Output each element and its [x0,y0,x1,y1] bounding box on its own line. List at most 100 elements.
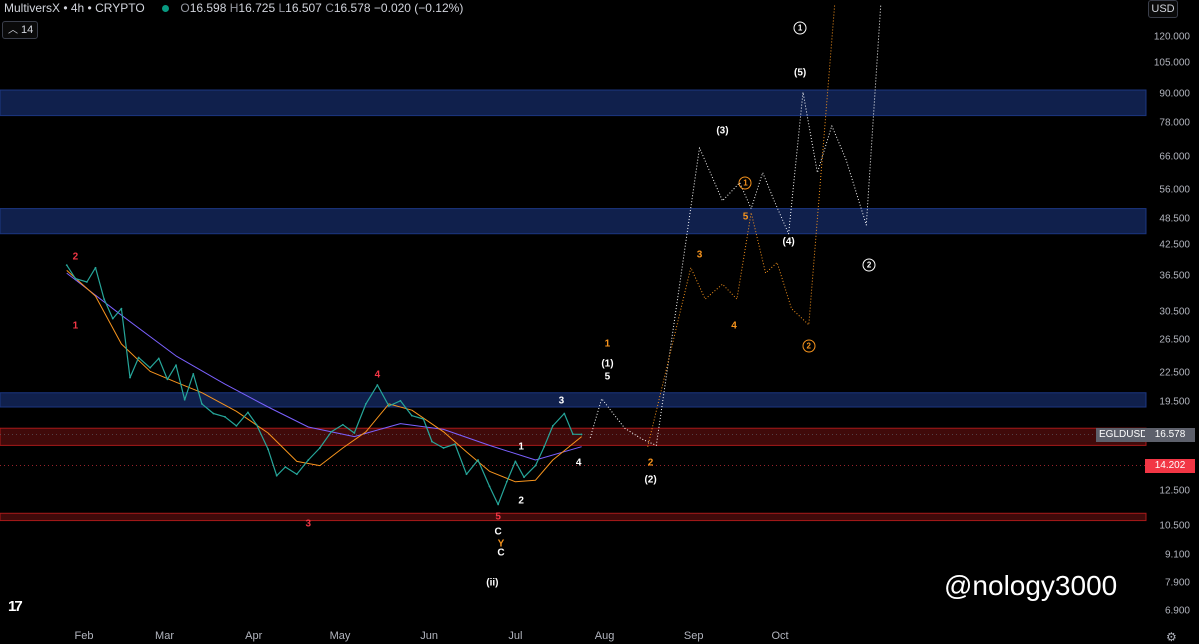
price-point-12 [175,364,177,367]
wave-label: 1 [793,21,807,35]
open-label: O [180,1,190,15]
y-tick-label: 56.000 [1159,184,1190,196]
y-tick-label: 42.500 [1159,239,1190,251]
price-axis[interactable]: 120.000 105.000 90.000 78.000 66.000 56.000 48… [1146,0,1199,644]
zone-red-4 [0,512,1147,522]
y-tick-label: 26.500 [1159,334,1190,346]
wave-label: 4 [731,320,737,332]
price-point-6 [120,307,123,310]
wave-label: (3) [716,125,729,137]
y-tick-label: 19.500 [1159,396,1190,408]
tradingview-logo-icon[interactable]: 17 [8,598,23,615]
wave-label: 2 [72,251,79,263]
x-tick-label: Feb [74,630,94,642]
zone-blue-0 [0,89,1147,117]
wave-label: 1 [604,338,611,350]
wave-label: 2 [518,495,524,507]
indicators-toggle-button[interactable]: ︿ 14 [2,21,38,39]
chart-root: MultiversX • 4h • CRYPTO O16.598 H16.725… [0,0,1199,644]
y-tick-label: 78.000 [1159,117,1190,129]
open-value: 16.598 [189,1,227,15]
price-point-36 [431,440,433,443]
chart-canvas[interactable] [0,0,1199,644]
price-point-19 [247,411,249,414]
y-tick-label: 9.100 [1164,549,1190,561]
price-point-3 [94,266,97,269]
symbol-title[interactable]: MultiversX • 4h • CRYPTO [4,1,145,15]
wave-label: 2 [862,258,876,272]
price-point-16 [212,412,215,415]
price-point-33 [399,399,402,402]
wave-label: C [497,547,505,559]
wave-label: 3 [305,518,312,530]
wave-label: (4) [782,236,795,248]
price-point-31 [376,384,379,386]
watermark: @nology3000 [944,570,1118,601]
y-tick-label: 66.000 [1159,151,1190,163]
x-tick-label: Oct [771,630,789,642]
price-point-51 [580,433,583,436]
market-status-icon [162,5,170,13]
x-tick-label: Mar [155,630,174,642]
wave-label: 3 [558,395,565,407]
price-point-46 [534,464,537,467]
price-point-32 [387,405,390,407]
price-point-0 [65,264,68,266]
price-point-26 [318,447,321,449]
close-value: 16.578 [333,1,371,15]
price-point-29 [353,432,356,434]
wave-label: 4 [374,369,381,381]
price-point-2 [85,281,88,283]
x-tick-label: Jul [508,630,523,642]
price-point-40 [477,459,479,461]
chart-header: MultiversX • 4h • CRYPTO O16.598 H16.725… [4,0,463,16]
price-point-45 [523,476,525,479]
price-point-43 [505,480,508,483]
price-point-42 [497,503,500,506]
wave-label: 1 [72,320,79,332]
wave-label: 2 [647,457,654,469]
high-value: 16.725 [238,1,276,15]
price-point-4 [103,298,106,301]
close-label: C [325,1,334,15]
y-tick-label: 6.900 [1164,605,1190,617]
price-point-48 [551,424,554,427]
x-tick-label: Jun [420,630,438,642]
price-point-28 [341,423,344,426]
price-point-18 [235,424,238,427]
y-tick-label: 120.000 [1153,31,1190,43]
price-point-21 [267,448,269,451]
price-point-22 [275,474,278,477]
wave-label: (1) [601,358,614,370]
price-point-14 [192,373,195,375]
price-point-35 [422,418,425,420]
settings-gear-icon[interactable]: ⚙ [1166,630,1177,644]
zone-blue-2 [0,392,1147,408]
price-point-27 [330,430,333,433]
price-point-44 [514,460,517,463]
price-point-9 [149,366,152,369]
y-tick-label: 10.500 [1159,520,1190,532]
price-point-49 [563,412,566,415]
y-tick-label: 30.500 [1159,306,1190,318]
price-point-1 [74,277,77,280]
price-point-10 [157,357,160,360]
price-point-11 [166,378,169,381]
wave-label: 5 [742,211,749,223]
wave-label: (2) [644,474,657,486]
current-price-tag: 16.578 [1145,428,1195,442]
price-point-17 [224,415,226,418]
x-tick-label: Aug [594,630,615,642]
price-point-25 [307,459,310,461]
wave-label: 2 [802,339,816,353]
price-point-23 [284,466,287,468]
price-point-15 [201,402,203,405]
indicator-count: 14 [21,24,34,36]
change-value: −0.020 (−0.12%) [373,1,464,15]
zone-red-3 [0,427,1147,446]
price-point-20 [255,423,258,426]
y-tick-label: 7.900 [1164,577,1190,589]
wave-label: C [494,526,502,538]
price-point-38 [454,443,456,446]
y-tick-label: 12.500 [1159,485,1190,497]
